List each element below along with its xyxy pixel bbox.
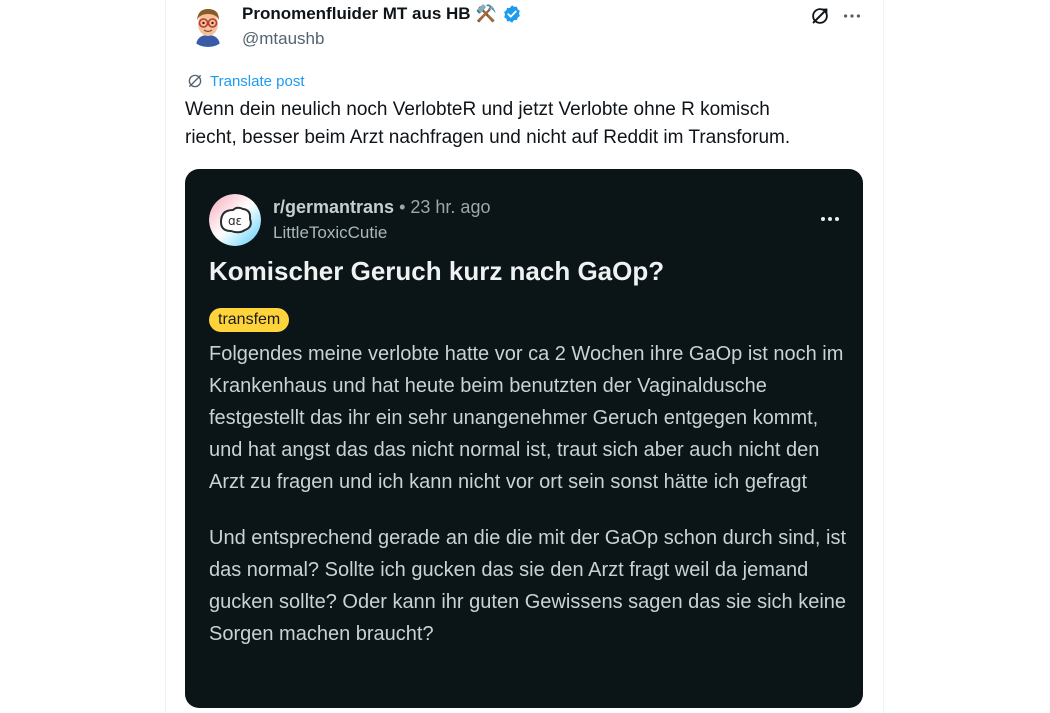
- post-time: 23 hr. ago: [410, 197, 491, 217]
- grok-icon[interactable]: [809, 5, 831, 27]
- post-username: LittleToxicCutie: [273, 223, 388, 242]
- hammer-pick-emoji: ⚒️: [475, 4, 497, 24]
- post-body-paragraph: Und entsprechend gerade an die die mit d…: [209, 527, 847, 645]
- verified-badge-icon: [502, 4, 522, 24]
- card-more-icon: [819, 209, 841, 229]
- author-name[interactable]: Pronomenfluider MT aus HB ⚒️: [242, 4, 522, 24]
- post-body: Folgendes meine verlobte hatte vor ca 2 …: [209, 338, 849, 674]
- author-avatar[interactable]: [186, 3, 230, 47]
- meta-separator: •: [399, 197, 406, 217]
- subreddit-name: r/germantrans: [273, 197, 395, 217]
- translate-icon: [186, 72, 204, 90]
- author-name-text: Pronomenfluider MT aus HB: [242, 4, 471, 23]
- translate-label: Translate post: [210, 72, 305, 90]
- tweet-text: Wenn dein neulich noch VerlobteR und jet…: [185, 99, 791, 148]
- subreddit-icon: ɑɛ: [209, 194, 261, 246]
- post-body-paragraph: Folgendes meine verlobte hatte vor ca 2 …: [209, 343, 844, 493]
- post-title: Komischer Geruch kurz nach GaOp?: [209, 256, 665, 286]
- subreddit-meta: r/germantrans • 23 hr. ago: [273, 197, 490, 218]
- post-flair: transfem: [209, 308, 290, 332]
- author-handle[interactable]: @mtaushb: [242, 29, 324, 49]
- translate-post-link[interactable]: Translate post: [186, 72, 305, 90]
- svg-text:ɑɛ: ɑɛ: [228, 214, 242, 228]
- more-icon[interactable]: [841, 5, 863, 27]
- reddit-post-card[interactable]: ɑɛ r/germantrans • 23 hr. ago LittleToxi…: [185, 169, 863, 708]
